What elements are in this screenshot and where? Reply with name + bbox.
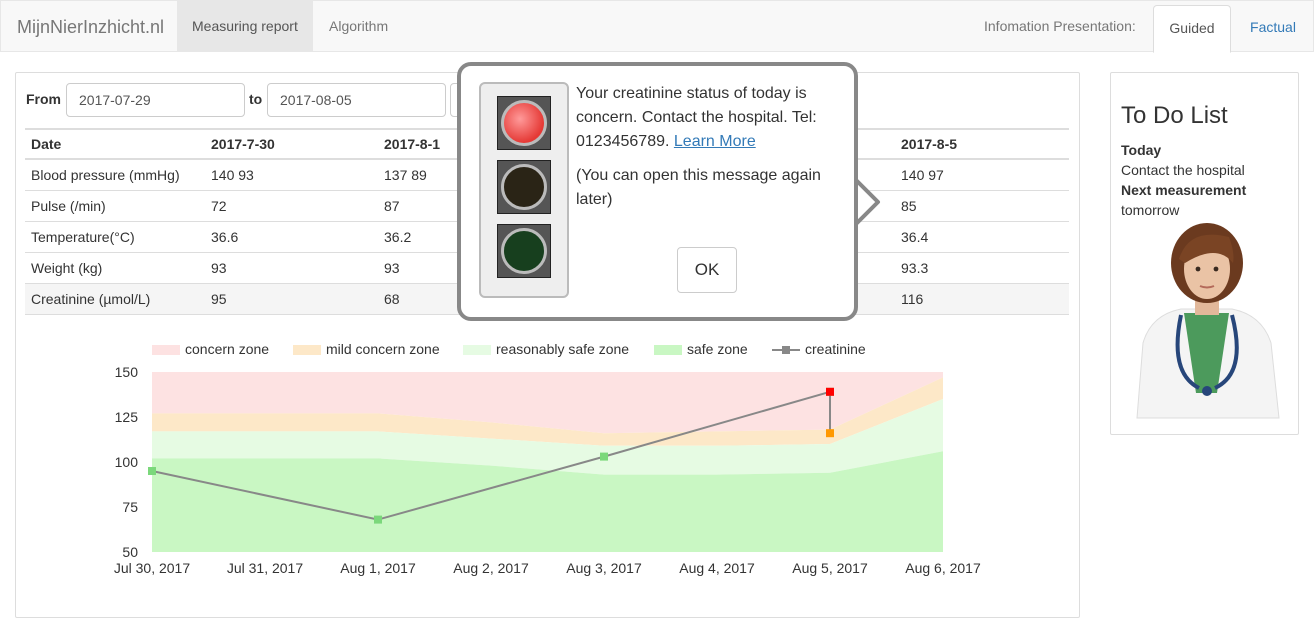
green-light-icon xyxy=(501,228,547,274)
row-label: Temperature(°C) xyxy=(25,220,205,252)
table-header: Date xyxy=(25,128,205,160)
table-cell: 72 xyxy=(205,189,378,221)
creatinine-point xyxy=(600,452,608,461)
legend-label: mild concern zone xyxy=(326,341,440,357)
table-cell: 85 xyxy=(895,189,1069,221)
brand-logo[interactable]: MijnNierInzhicht.nl xyxy=(17,17,164,38)
x-tick-label: Aug 6, 2017 xyxy=(905,560,981,576)
table-cell: 36.4 xyxy=(895,220,1069,252)
traffic-light-amber xyxy=(497,160,551,214)
table-header: 2017-8-5 xyxy=(895,128,1069,160)
table-cell: 140 93 xyxy=(205,158,378,190)
legend-swatch xyxy=(463,345,491,355)
todo-today-value: Contact the hospital xyxy=(1121,162,1245,178)
x-tick-label: Aug 4, 2017 xyxy=(679,560,755,576)
y-tick-label: 125 xyxy=(115,409,139,425)
x-tick-label: Jul 30, 2017 xyxy=(114,560,190,576)
todo-today-label: Today xyxy=(1121,142,1162,158)
nav-measuring-report[interactable]: Measuring report xyxy=(177,1,313,52)
legend-marker xyxy=(782,346,790,354)
legend-label: reasonably safe zone xyxy=(496,341,629,357)
legend-swatch xyxy=(654,345,682,355)
row-label: Creatinine (µmol/L) xyxy=(25,282,205,315)
red-light-icon xyxy=(501,100,547,146)
legend-label: concern zone xyxy=(185,341,269,357)
nav-algorithm[interactable]: Algorithm xyxy=(314,1,403,52)
tab-guided[interactable]: Guided xyxy=(1153,5,1231,53)
row-label: Pulse (/min) xyxy=(25,189,205,221)
popup-note: (You can open this message again later) xyxy=(576,167,821,208)
legend-swatch xyxy=(152,345,180,355)
y-tick-label: 75 xyxy=(122,499,138,515)
table-cell: 36.6 xyxy=(205,220,378,252)
legend-label: safe zone xyxy=(687,341,748,357)
doctor-avatar xyxy=(1136,223,1280,419)
highlight-point xyxy=(826,429,834,438)
presentation-label: Infomation Presentation: xyxy=(984,18,1136,34)
table-cell: 93 xyxy=(205,251,378,283)
table-cell: 140 97 xyxy=(895,158,1069,190)
y-tick-label: 150 xyxy=(115,364,139,380)
traffic-light-green xyxy=(497,224,551,278)
learn-more-link[interactable]: Learn More xyxy=(674,133,756,150)
from-date-input[interactable]: 2017-07-29 xyxy=(66,83,245,117)
row-label: Blood pressure (mmHg) xyxy=(25,158,205,190)
highlight-point xyxy=(826,387,834,396)
table-cell: 116 xyxy=(895,282,1069,315)
creatinine-point xyxy=(374,515,382,524)
table-cell: 95 xyxy=(205,282,378,315)
popup-message: Your creatinine status of today is conce… xyxy=(576,82,846,154)
x-tick-label: Aug 1, 2017 xyxy=(340,560,416,576)
x-tick-label: Aug 3, 2017 xyxy=(566,560,642,576)
creatinine-point xyxy=(148,467,156,475)
traffic-light-icon xyxy=(479,82,569,298)
todo-next-value: tomorrow xyxy=(1121,202,1180,218)
navbar: MijnNierInzhicht.nl Measuring report Alg… xyxy=(0,0,1314,53)
tab-factual[interactable]: Factual xyxy=(1237,5,1309,49)
x-tick-label: Aug 5, 2017 xyxy=(792,560,868,576)
y-tick-label: 100 xyxy=(115,454,139,470)
x-tick-label: Jul 31, 2017 xyxy=(227,560,303,576)
creatinine-chart: 150 125 100 75 50Jul 30, 2017 Jul 31, 2017 Aug… xyxy=(114,341,981,576)
todo-next-label: Next measurement xyxy=(1121,182,1247,198)
row-label: Weight (kg) xyxy=(25,251,205,283)
table-header: 2017-7-30 xyxy=(205,128,378,160)
from-label: From xyxy=(26,91,61,107)
traffic-light-red xyxy=(497,96,551,150)
to-label: to xyxy=(249,91,263,107)
amber-light-icon xyxy=(501,164,547,210)
todo-title: To Do List xyxy=(1121,102,1228,129)
legend-label: creatinine xyxy=(805,341,866,357)
ok-button[interactable]: OK xyxy=(677,247,737,293)
legend-swatch xyxy=(293,345,321,355)
todo-panel: To Do List Today Contact the hospital Ne… xyxy=(1110,72,1299,435)
status-popup: Your creatinine status of today is conce… xyxy=(457,62,858,321)
to-date-input[interactable]: 2017-08-05 xyxy=(267,83,446,117)
y-tick-label: 50 xyxy=(122,544,138,560)
table-cell: 93.3 xyxy=(895,251,1069,283)
x-tick-label: Aug 2, 2017 xyxy=(453,560,529,576)
